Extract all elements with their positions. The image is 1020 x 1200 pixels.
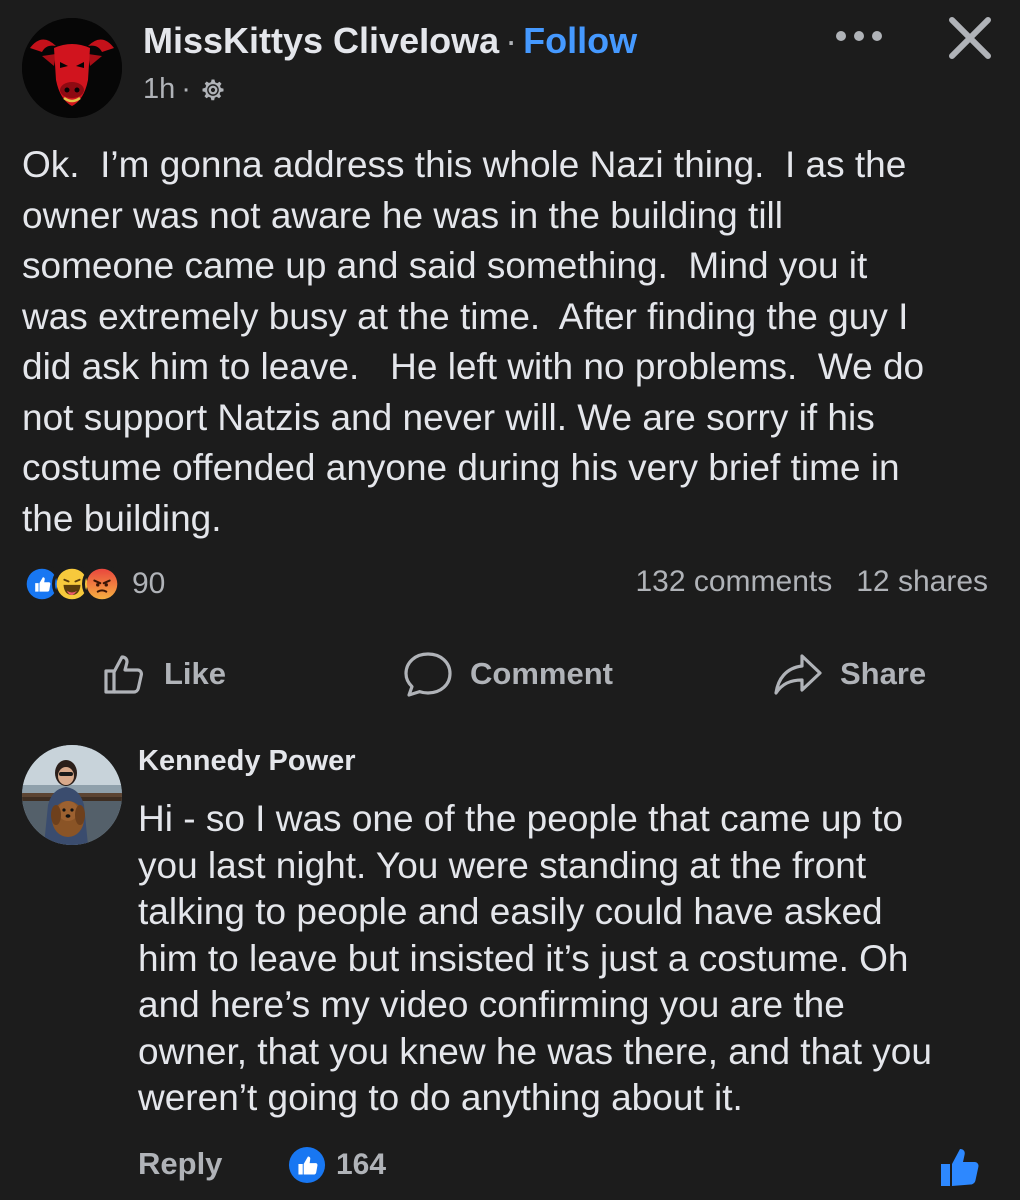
thumbs-up-icon: [104, 655, 144, 694]
comment-button[interactable]: Comment: [402, 650, 613, 698]
commenter-name[interactable]: Kennedy Power: [138, 745, 356, 778]
post-meta: 1h ·: [143, 73, 227, 106]
follow-button[interactable]: Follow: [523, 20, 637, 61]
more-options-icon[interactable]: [833, 26, 885, 46]
post-body-text: Ok. I’m gonna address this whole Nazi th…: [22, 144, 925, 539]
post-author-line: MissKittys CliveIowa · Follow: [143, 20, 637, 62]
commenter-photo: [22, 745, 122, 845]
comment-like-button-icon[interactable]: [937, 1145, 981, 1189]
reaction-count: 90: [132, 567, 166, 600]
shares-count[interactable]: 12 shares: [856, 565, 988, 599]
like-button-label: Like: [164, 656, 227, 691]
meta-separator: ·: [181, 73, 191, 105]
angry-reaction-icon: [82, 564, 122, 604]
comments-count[interactable]: 132 comments: [635, 565, 832, 599]
comment-like-count: 164: [336, 1148, 387, 1181]
reaction-summary[interactable]: 90: [22, 562, 165, 606]
close-icon[interactable]: [946, 14, 994, 62]
comment-button-label: Comment: [470, 656, 613, 691]
commenter-avatar[interactable]: [22, 745, 122, 845]
bull-logo-icon: [22, 18, 122, 118]
like-button[interactable]: Like: [100, 650, 226, 698]
header-separator: ·: [505, 20, 518, 61]
facebook-post-view: MissKittys CliveIowa · Follow 1h · Ok. I’m…: [0, 0, 1020, 1200]
comment-reaction-summary[interactable]: 164: [288, 1146, 386, 1184]
post-stats: 132 comments 12 shares: [635, 565, 988, 599]
gear-icon: [202, 79, 224, 100]
reply-button[interactable]: Reply: [138, 1146, 222, 1182]
like-reaction-icon: [288, 1146, 326, 1184]
comment-body-text: Hi - so I was one of the people that cam…: [138, 798, 932, 1118]
share-button[interactable]: Share: [772, 650, 926, 698]
post-author-name[interactable]: MissKittys CliveIowa: [143, 20, 499, 61]
comment-bubble-icon: [404, 652, 452, 697]
post-timestamp[interactable]: 1h: [143, 73, 175, 106]
page-avatar[interactable]: [22, 18, 122, 118]
share-button-label: Share: [840, 656, 927, 691]
share-arrow-icon: [774, 654, 822, 695]
